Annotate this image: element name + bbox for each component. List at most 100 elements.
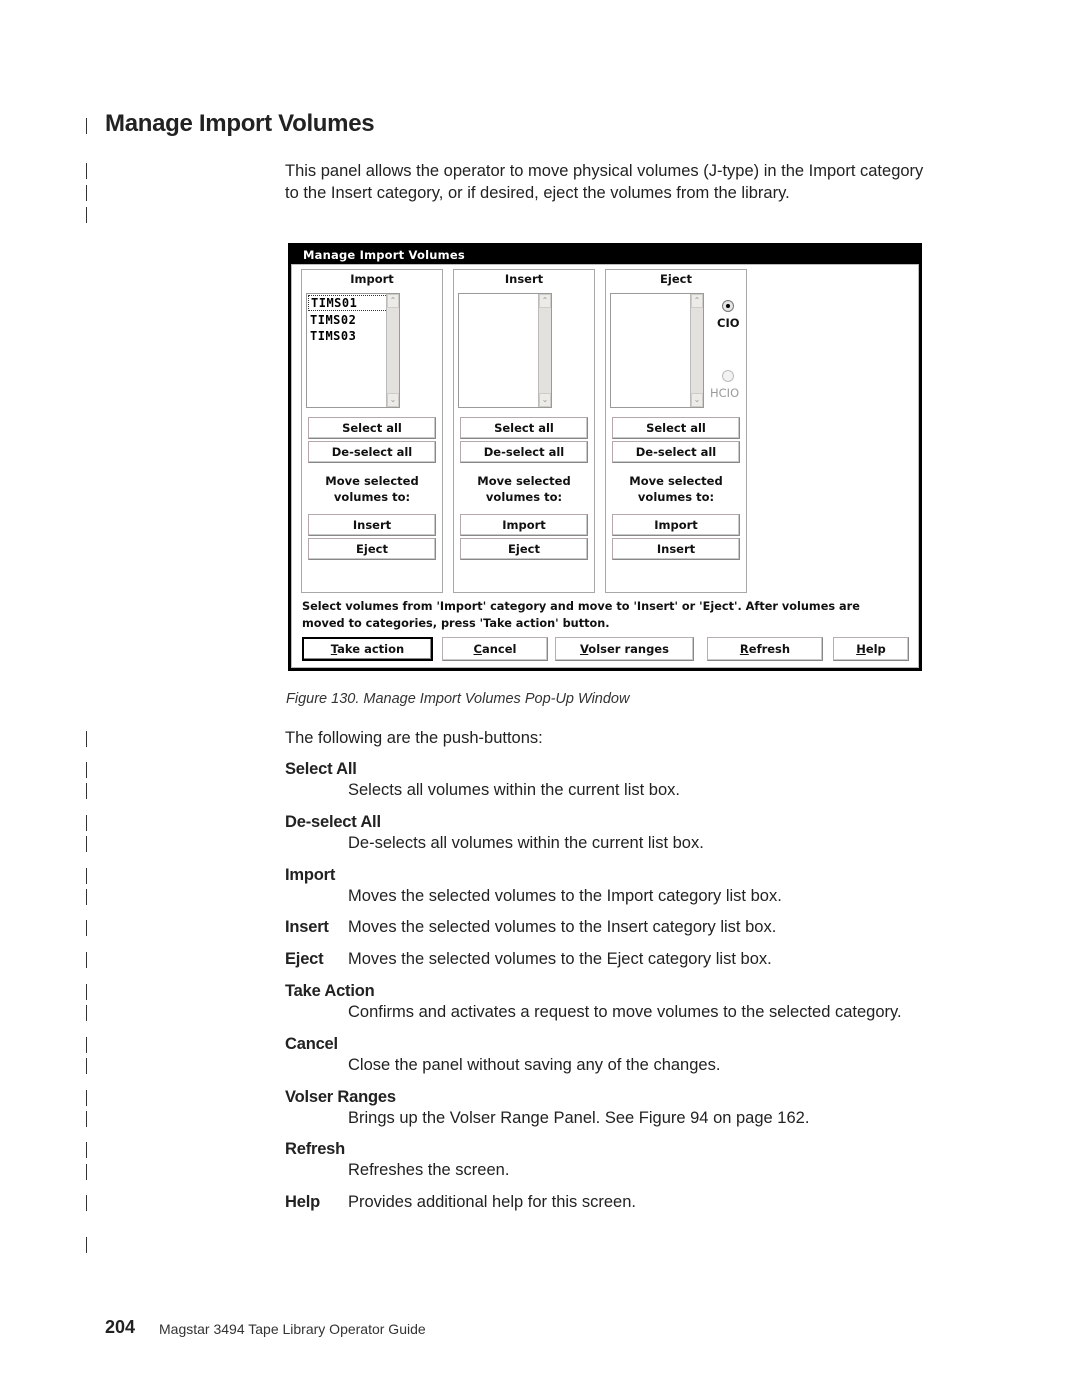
intro-paragraph: This panel allows the operator to move p… [285, 162, 924, 202]
definition-term: Insert [285, 918, 329, 936]
change-bar [86, 1164, 87, 1180]
button-label: ancel [481, 642, 517, 656]
definition-desc: Close the panel without saving any of th… [348, 1056, 721, 1074]
change-bar [86, 1037, 87, 1053]
button-label: ake action [337, 642, 405, 656]
vertical-scrollbar[interactable]: ⌃ ⌄ [690, 294, 703, 407]
change-bar [86, 1142, 87, 1158]
move-to-import-button[interactable]: Import [460, 514, 588, 536]
scroll-down-icon[interactable]: ⌄ [387, 393, 399, 407]
definition-term: Refresh [285, 1140, 346, 1158]
move-to-insert-button[interactable]: Insert [612, 538, 740, 560]
move-label: Move selected [325, 474, 419, 488]
move-to-eject-button[interactable]: Eject [460, 538, 588, 560]
select-all-button[interactable]: Select all [460, 417, 588, 439]
cio-radio[interactable] [722, 300, 734, 312]
lead-sentence: The following are the push-buttons: [285, 729, 543, 747]
move-label: volumes to: [637, 490, 715, 504]
definition-term: Take Action [285, 982, 375, 1000]
cio-radio-label: CIO [717, 316, 740, 330]
deselect-all-button[interactable]: De-select all [460, 441, 588, 463]
change-bar [86, 1090, 87, 1106]
eject-listbox[interactable]: ⌃ ⌄ [610, 293, 704, 408]
scroll-up-icon[interactable]: ⌃ [387, 294, 399, 308]
scroll-down-icon[interactable]: ⌄ [691, 393, 703, 407]
insert-group: Insert ⌃ ⌄ Select all De-select all Move… [453, 269, 595, 593]
move-label: volumes to: [333, 490, 411, 504]
book-title: Magstar 3494 Tape Library Operator Guide [159, 1321, 426, 1337]
definition-desc: Selects all volumes within the current l… [348, 781, 680, 799]
change-bar [86, 1195, 87, 1211]
deselect-all-button[interactable]: De-select all [308, 441, 436, 463]
window-titlebar[interactable]: Manage Import Volumes [291, 246, 919, 264]
definition-desc: Refreshes the screen. [348, 1161, 510, 1179]
list-item[interactable]: TIMS01 [308, 295, 398, 311]
import-group: Import TIMS01 TIMS02 TIMS03 ⌃ ⌄ Select a… [301, 269, 443, 593]
change-bar [86, 185, 87, 201]
figure-caption: Figure 130. Manage Import Volumes Pop-Up… [286, 691, 630, 707]
vertical-scrollbar[interactable]: ⌃ ⌄ [386, 294, 399, 407]
definition-term: Select All [285, 760, 357, 778]
change-bar [86, 1058, 87, 1074]
definition-desc: Confirms and activates a request to move… [348, 1003, 902, 1021]
take-action-button[interactable]: Take action [302, 637, 433, 661]
window-title: Manage Import Volumes [303, 248, 465, 262]
eject-group: Eject ⌃ ⌄ CIO HCIO Select all De-select … [605, 269, 747, 593]
move-label: Move selected [477, 474, 571, 488]
vertical-scrollbar[interactable]: ⌃ ⌄ [538, 294, 551, 407]
change-bar [86, 762, 87, 778]
manage-import-volumes-window: Manage Import Volumes Import TIMS01 TIMS… [288, 243, 922, 671]
definition-term: Help [285, 1193, 320, 1211]
mnemonic: H [856, 642, 866, 656]
definition-desc: De-selects all volumes within the curren… [348, 834, 704, 852]
change-bar [86, 984, 87, 1000]
change-bar [86, 1111, 87, 1127]
change-bar [86, 731, 87, 747]
select-all-button[interactable]: Select all [308, 417, 436, 439]
scroll-up-icon[interactable]: ⌃ [691, 294, 703, 308]
insert-listbox[interactable]: ⌃ ⌄ [458, 293, 552, 408]
definition-desc: Moves the selected volumes to the Insert… [348, 918, 777, 936]
scroll-down-icon[interactable]: ⌄ [539, 393, 551, 407]
page-number: 204 [105, 1317, 136, 1337]
definition-term: De-select All [285, 813, 381, 831]
refresh-button[interactable]: Refresh [707, 637, 823, 661]
definition-term: Cancel [285, 1035, 338, 1053]
window-body: Import TIMS01 TIMS02 TIMS03 ⌃ ⌄ Select a… [291, 264, 919, 668]
definition-desc: Moves the selected volumes to the Eject … [348, 950, 772, 968]
cancel-button[interactable]: Cancel [442, 637, 548, 661]
change-bar [86, 889, 87, 905]
move-to-insert-button[interactable]: Insert [308, 514, 436, 536]
button-label: elp [865, 642, 886, 656]
instruction-line: moved to categories, press 'Take action'… [302, 616, 610, 630]
volser-ranges-button[interactable]: Volser ranges [555, 637, 694, 661]
change-bar [86, 207, 87, 223]
button-label: olser ranges [588, 642, 669, 656]
import-listbox[interactable]: TIMS01 TIMS02 TIMS03 ⌃ ⌄ [306, 293, 400, 408]
help-button[interactable]: Help [833, 637, 909, 661]
scroll-up-icon[interactable]: ⌃ [539, 294, 551, 308]
change-bar [86, 1005, 87, 1021]
move-to-import-button[interactable]: Import [612, 514, 740, 536]
change-bar [86, 783, 87, 799]
change-bar [86, 952, 87, 968]
change-bar [86, 118, 87, 134]
hcio-radio-label: HCIO [710, 386, 740, 400]
change-bar [86, 920, 87, 936]
mnemonic: C [473, 642, 482, 656]
definition-desc: Provides additional help for this screen… [348, 1193, 636, 1211]
change-bar [86, 815, 87, 831]
group-title: Import [350, 272, 394, 286]
move-label: volumes to: [485, 490, 563, 504]
select-all-button[interactable]: Select all [612, 417, 740, 439]
deselect-all-button[interactable]: De-select all [612, 441, 740, 463]
group-title: Eject [660, 272, 692, 286]
change-bar [86, 868, 87, 884]
change-bar [86, 163, 87, 179]
page-title: Manage Import Volumes [105, 110, 375, 137]
move-to-eject-button[interactable]: Eject [308, 538, 436, 560]
hcio-radio[interactable] [722, 370, 734, 382]
change-bar [86, 836, 87, 852]
group-title: Insert [504, 272, 544, 286]
definition-term: Volser Ranges [285, 1088, 396, 1106]
